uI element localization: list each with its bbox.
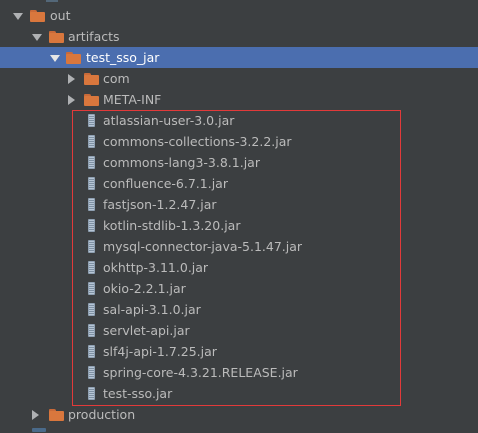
folder-icon	[30, 10, 45, 22]
tree-item-test-sso-jar[interactable]: test_sso_jar	[0, 47, 478, 68]
tree-item-artifacts[interactable]: artifacts	[0, 26, 478, 47]
tree-item-production[interactable]: production	[0, 404, 478, 425]
tree-item-label: META-INF	[103, 92, 162, 107]
tree-item-label: spring-core-4.3.21.RELEASE.jar	[103, 365, 298, 380]
folder-icon	[84, 73, 99, 85]
jar-file-icon	[88, 114, 95, 127]
tree-item-label: kotlin-stdlib-1.3.20.jar	[103, 218, 241, 233]
chevron-right-icon[interactable]	[28, 404, 40, 425]
folder-icon	[66, 52, 81, 64]
tree-item-label: commons-collections-3.2.2.jar	[103, 134, 292, 149]
jar-file-icon	[88, 135, 95, 148]
chevron-right-icon[interactable]	[64, 89, 76, 110]
folder-icon	[49, 31, 64, 43]
tree-item-jar[interactable]: okhttp-3.11.0.jar	[0, 257, 478, 278]
tree-item-label: slf4j-api-1.7.25.jar	[103, 344, 217, 359]
tree-item-label: test_sso_jar	[86, 50, 160, 65]
tree-item-label: out	[50, 8, 71, 23]
tree-item-label: okio-2.2.1.jar	[103, 281, 186, 296]
chevron-right-icon[interactable]	[64, 68, 76, 89]
tree-item-jar[interactable]: spring-core-4.3.21.RELEASE.jar	[0, 362, 478, 383]
tree-item-jar[interactable]: kotlin-stdlib-1.3.20.jar	[0, 215, 478, 236]
folder-icon	[84, 94, 99, 106]
tree-item-jar[interactable]: mysql-connector-java-5.1.47.jar	[0, 236, 478, 257]
jar-file-icon	[88, 156, 95, 169]
jar-file-icon	[88, 198, 95, 211]
tree-item-meta-inf[interactable]: META-INF	[0, 89, 478, 110]
jar-file-icon	[88, 240, 95, 253]
tree-item-label: commons-lang3-3.8.1.jar	[103, 155, 260, 170]
chevron-down-icon[interactable]	[30, 26, 42, 47]
jar-file-icon	[88, 366, 95, 379]
tree-item-jar[interactable]: atlassian-user-3.0.jar	[0, 110, 478, 131]
tree-item-jar[interactable]: commons-lang3-3.8.1.jar	[0, 152, 478, 173]
folder-icon	[49, 409, 64, 421]
tree-item-label: sal-api-3.1.0.jar	[103, 302, 201, 317]
truncated-row-icon	[32, 428, 46, 432]
tree-item-jar[interactable]: okio-2.2.1.jar	[0, 278, 478, 299]
tree-item-jar[interactable]: confluence-6.7.1.jar	[0, 173, 478, 194]
tree-item-label: mysql-connector-java-5.1.47.jar	[103, 239, 303, 254]
tree-item-label: atlassian-user-3.0.jar	[103, 113, 235, 128]
truncated-next-row	[0, 427, 478, 433]
tree-item-out[interactable]: out	[0, 5, 478, 26]
jar-file-icon	[88, 324, 95, 337]
tree-item-com[interactable]: com	[0, 68, 478, 89]
tree-item-label: artifacts	[68, 29, 120, 44]
jar-file-icon	[88, 387, 95, 400]
tree-item-label: test-sso.jar	[103, 386, 173, 401]
project-tree[interactable]: out artifacts test_sso_jar com META-INF …	[0, 0, 478, 425]
jar-file-icon	[88, 303, 95, 316]
tree-item-jar[interactable]: sal-api-3.1.0.jar	[0, 299, 478, 320]
tree-item-label: production	[68, 407, 136, 422]
chevron-down-icon[interactable]	[48, 47, 60, 68]
jar-file-icon	[88, 345, 95, 358]
jar-file-icon	[88, 282, 95, 295]
jar-file-icon	[88, 177, 95, 190]
tree-item-label: fastjson-1.2.47.jar	[103, 197, 217, 212]
chevron-down-icon[interactable]	[11, 5, 23, 26]
tree-item-label: okhttp-3.11.0.jar	[103, 260, 209, 275]
tree-item-jar[interactable]: servlet-api.jar	[0, 320, 478, 341]
jar-file-icon	[88, 261, 95, 274]
tree-item-label: servlet-api.jar	[103, 323, 190, 338]
tree-item-label: confluence-6.7.1.jar	[103, 176, 228, 191]
tree-item-jar[interactable]: fastjson-1.2.47.jar	[0, 194, 478, 215]
tree-item-jar[interactable]: slf4j-api-1.7.25.jar	[0, 341, 478, 362]
tree-item-label: com	[103, 71, 130, 86]
tree-item-jar[interactable]: test-sso.jar	[0, 383, 478, 404]
tree-item-jar[interactable]: commons-collections-3.2.2.jar	[0, 131, 478, 152]
jar-file-icon	[88, 219, 95, 232]
